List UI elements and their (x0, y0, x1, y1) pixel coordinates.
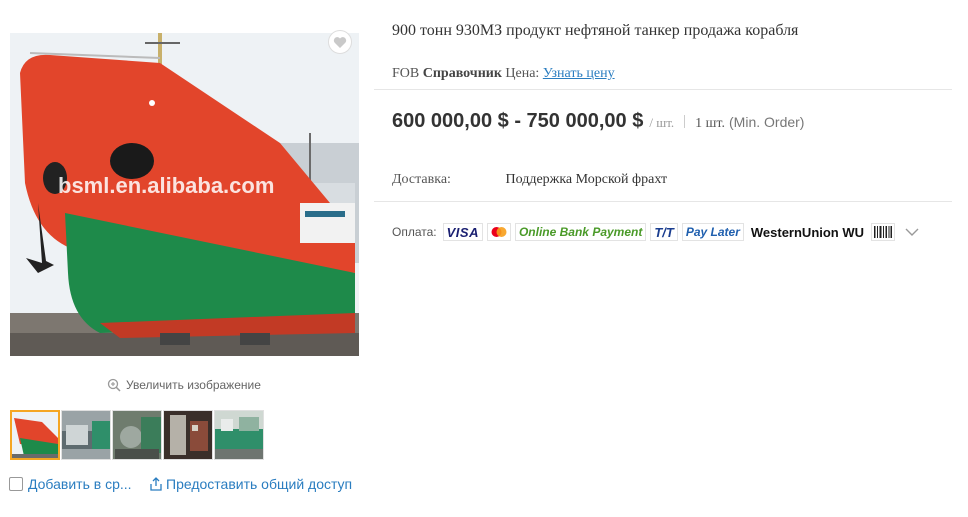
fob-reference: Справочник (422, 66, 502, 81)
thumbnail-2[interactable] (61, 410, 111, 460)
compare-checkbox[interactable] (9, 477, 23, 491)
fob-price-row: FOB Справочник Цена: Узнать цену (392, 66, 615, 82)
separator (684, 115, 686, 128)
product-title: 900 тонн 930МЗ продукт нефтяной танкер п… (392, 22, 799, 39)
more-payments-toggle[interactable] (905, 227, 919, 237)
divider (374, 89, 952, 90)
get-price-link[interactable]: Узнать цену (543, 66, 615, 81)
thumbnail-4[interactable] (163, 410, 213, 460)
online-bank-payment-badge: Online Bank Payment (514, 223, 647, 241)
tt-badge: T/T (650, 223, 678, 241)
divider (374, 201, 952, 202)
shipping-value: Поддержка Морской фрахт (505, 172, 668, 187)
watermark-text: bsml.en.alibaba.com (58, 173, 275, 198)
payment-label: Оплата: (392, 225, 437, 239)
add-to-compare[interactable]: Добавить в ср... (9, 476, 132, 492)
price-unit: / шт. (649, 115, 675, 130)
zoom-label: Увеличить изображение (126, 378, 261, 392)
thumbnail-5[interactable] (214, 410, 264, 460)
pay-later-badge: Pay Later (681, 223, 744, 241)
visa-badge: VISA (442, 223, 483, 241)
price-range: 600 000,00 $ - 750 000,00 $ (392, 110, 644, 132)
fob-price-label: Цена: (505, 66, 540, 81)
shipping-label: Доставка: (392, 172, 451, 187)
thumbnail-1[interactable] (10, 410, 60, 460)
fob-prefix: FOB (392, 66, 420, 81)
price-row: 600 000,00 $ - 750 000,00 $ / шт. 1 шт. … (392, 110, 804, 133)
shipping-row: Доставка: Поддержка Морской фрахт (392, 172, 667, 188)
share-icon (150, 477, 162, 491)
min-order-label: (Min. Order) (729, 114, 805, 130)
western-union-badge: WesternUnion WU (750, 224, 865, 240)
favorite-button[interactable] (328, 30, 352, 54)
boleto-icon (871, 223, 896, 241)
thumbnail-3[interactable] (112, 410, 162, 460)
min-order-value: 1 шт. (695, 116, 726, 131)
zoom-image-link[interactable]: Увеличить изображение (107, 377, 261, 393)
share-label: Предоставить общий доступ (166, 476, 353, 492)
share-button[interactable]: Предоставить общий доступ (148, 476, 352, 492)
chevron-down-icon (905, 228, 919, 236)
main-product-image[interactable]: bsml.en.alibaba.com (10, 33, 359, 356)
heart-icon (333, 36, 347, 48)
zoom-in-icon (107, 378, 121, 392)
compare-label: Добавить в ср... (28, 476, 132, 492)
mastercard-icon (486, 223, 511, 241)
payment-row: Оплата: VISA Online Bank Payment T/T Pay… (392, 223, 919, 241)
thumbnail-strip (10, 410, 264, 460)
gallery-actions: Добавить в ср... Предоставить общий дост… (9, 476, 352, 492)
